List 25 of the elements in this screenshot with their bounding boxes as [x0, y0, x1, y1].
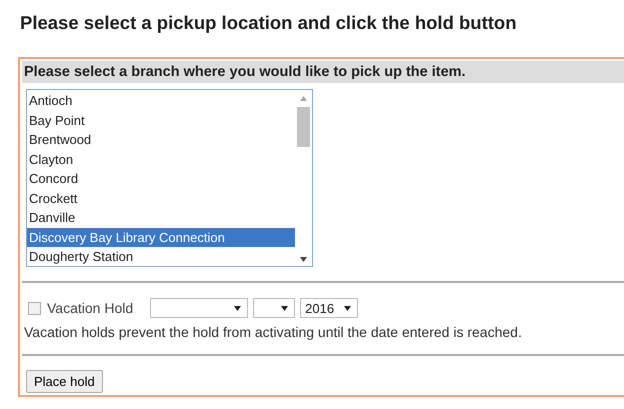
scroll-up-icon[interactable]	[300, 96, 307, 101]
branch-option[interactable]: Crockett	[27, 188, 295, 208]
branch-option[interactable]: Bay Point	[27, 110, 295, 130]
dropdown-arrow-icon	[234, 306, 242, 310]
branch-option[interactable]: Brentwood	[27, 130, 295, 150]
day-dropdown[interactable]	[253, 298, 296, 318]
branch-option[interactable]: Discovery Bay Library Connection	[27, 228, 295, 247]
vacation-hold-checkbox[interactable]	[28, 302, 41, 314]
dropdown-arrow-icon	[344, 306, 352, 310]
page-heading: Please select a pickup location and click the hold button	[20, 12, 518, 34]
branch-option[interactable]: Dougherty Station	[27, 247, 295, 266]
branch-listbox[interactable]: Antioch Bay Point Brentwood Clayton Concord Crockett Danville Discovery Bay Library Connection Dougherty Station	[26, 89, 313, 267]
branch-option[interactable]: Concord	[27, 169, 295, 188]
dropdown-arrow-icon	[281, 306, 288, 310]
scroll-down-icon[interactable]	[300, 257, 307, 262]
panel-title: Please select a branch where you would like to pick up the item.	[22, 61, 624, 83]
month-dropdown[interactable]	[150, 298, 248, 318]
branch-option[interactable]: Antioch	[27, 91, 295, 110]
branch-option[interactable]: Danville	[27, 208, 295, 228]
scroll-thumb[interactable]	[297, 107, 310, 147]
place-hold-button[interactable]: Place hold	[26, 370, 103, 393]
year-dropdown[interactable]: 2016	[300, 298, 358, 318]
vacation-hold-note: Vacation holds prevent the hold from activating until the date entered is reached.	[24, 324, 523, 340]
vacation-hold-label: Vacation Hold	[47, 300, 134, 316]
branch-option[interactable]: Clayton	[27, 150, 295, 169]
